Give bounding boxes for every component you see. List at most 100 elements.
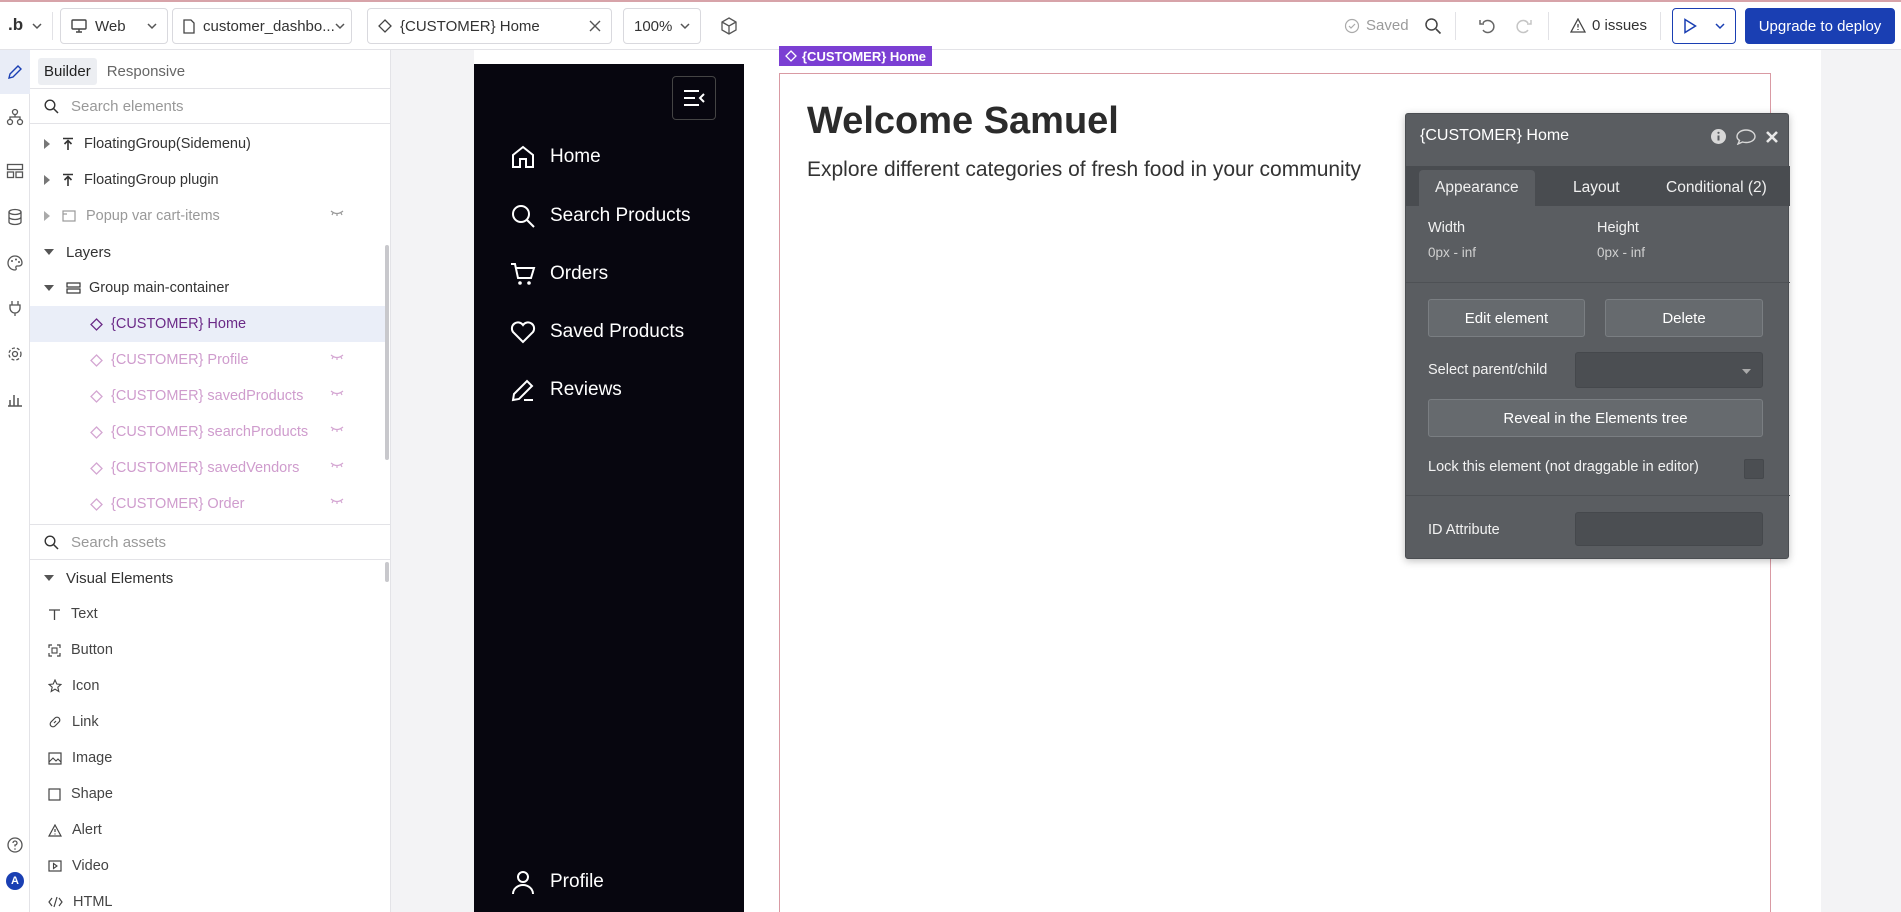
search-elements-row[interactable]: Search elements <box>30 88 390 124</box>
warning-icon <box>48 823 72 837</box>
assets-scrollbar[interactable] <box>385 562 389 582</box>
asset-shape[interactable]: Shape <box>48 776 113 812</box>
preview-button[interactable] <box>1672 8 1736 44</box>
plugin-icon[interactable] <box>6 299 24 317</box>
tree-section-layers[interactable]: Layers <box>30 234 386 270</box>
help-icon[interactable] <box>6 836 24 854</box>
reveal-in-tree-button[interactable]: Reveal in the Elements tree <box>1428 399 1763 437</box>
styles-layout-icon[interactable] <box>6 162 24 180</box>
diamond-icon <box>90 497 103 511</box>
asset-button[interactable]: Button <box>48 632 113 668</box>
zoom-select[interactable]: 100% <box>623 8 701 44</box>
tab-layout[interactable]: Layout <box>1573 170 1620 206</box>
sidemenu[interactable]: Home Search Products Orders Saved Produc… <box>474 64 744 912</box>
info-icon[interactable] <box>1710 128 1727 145</box>
search-icon[interactable] <box>1424 17 1442 35</box>
edit-element-button[interactable]: Edit element <box>1428 299 1585 337</box>
tree-item-customer-savedproducts[interactable]: {CUSTOMER} savedProducts <box>30 378 386 414</box>
element-select[interactable]: {CUSTOMER} Home <box>367 8 612 44</box>
asset-image[interactable]: Image <box>48 740 112 776</box>
tab-appearance[interactable]: Appearance <box>1419 170 1535 206</box>
welcome-subtitle[interactable]: Explore different categories of fresh fo… <box>807 158 1361 182</box>
caret-right-icon[interactable] <box>44 139 50 149</box>
sidemenu-item-home[interactable]: Home <box>510 144 601 170</box>
upgrade-to-deploy-button[interactable]: Upgrade to deploy <box>1745 8 1895 44</box>
sidemenu-label: Orders <box>550 263 609 284</box>
database-icon[interactable] <box>6 208 24 226</box>
search-icon <box>44 98 71 114</box>
platform-select[interactable]: Web <box>60 8 168 44</box>
heart-icon <box>510 319 550 345</box>
delete-button[interactable]: Delete <box>1605 299 1763 337</box>
floating-group-icon <box>62 137 74 151</box>
hidden-eye-icon[interactable] <box>330 497 344 505</box>
height-value[interactable]: 0px - inf <box>1597 245 1645 260</box>
asset-icon[interactable]: Icon <box>48 668 99 704</box>
property-editor-title[interactable]: {CUSTOMER} Home <box>1420 127 1569 145</box>
page-select[interactable]: customer_dashbo... <box>172 8 352 44</box>
asset-text[interactable]: Text <box>48 596 98 632</box>
tree-item-customer-home[interactable]: {CUSTOMER} Home <box>30 306 386 342</box>
tab-conditional[interactable]: Conditional (2) <box>1666 170 1767 206</box>
property-editor[interactable]: {CUSTOMER} Home Appearance Layout Condit… <box>1405 113 1790 559</box>
tree-item-customer-order[interactable]: {CUSTOMER} Order <box>30 486 386 522</box>
hidden-eye-icon[interactable] <box>330 461 344 469</box>
caret-right-icon[interactable] <box>44 211 50 221</box>
hidden-eye-icon[interactable] <box>330 353 344 361</box>
id-attribute-input[interactable] <box>1575 512 1763 546</box>
sidemenu-item-reviews[interactable]: Reviews <box>510 377 622 403</box>
design-pencil-icon[interactable] <box>6 63 24 81</box>
selected-element-tag[interactable]: {CUSTOMER} Home <box>779 46 933 66</box>
tree-item-floatinggroup-plugin[interactable]: FloatingGroup plugin <box>30 162 386 198</box>
search-assets-row[interactable]: Search assets <box>30 524 390 560</box>
tree-item-customer-savedvendors[interactable]: {CUSTOMER} savedVendors <box>30 450 386 486</box>
asset-link[interactable]: Link <box>48 704 99 740</box>
tree-item-group-main-container[interactable]: Group main-container <box>30 270 386 306</box>
redo-icon[interactable] <box>1514 17 1532 35</box>
tree-item-customer-searchproducts[interactable]: {CUSTOMER} searchProducts <box>30 414 386 450</box>
menu-collapse-icon[interactable] <box>672 76 716 120</box>
logo-chevron-down-icon[interactable] <box>32 23 42 30</box>
select-parent-dropdown[interactable] <box>1575 352 1763 388</box>
comment-icon[interactable] <box>1736 129 1756 145</box>
sidemenu-item-search-products[interactable]: Search Products <box>510 203 690 229</box>
tab-responsive[interactable]: Responsive <box>101 58 191 85</box>
close-icon[interactable] <box>1765 130 1779 144</box>
workflow-icon[interactable] <box>6 108 24 126</box>
selected-element-name: {CUSTOMER} Home <box>802 48 927 64</box>
width-value[interactable]: 0px - inf <box>1428 245 1476 260</box>
chevron-down-icon <box>335 22 345 30</box>
lock-element-checkbox[interactable] <box>1744 459 1764 479</box>
cube-icon[interactable] <box>720 17 738 35</box>
user-avatar[interactable]: A <box>6 872 24 890</box>
close-icon[interactable] <box>589 20 601 32</box>
caret-down-icon[interactable] <box>44 285 54 291</box>
sidemenu-item-orders[interactable]: Orders <box>510 261 608 287</box>
gear-icon[interactable] <box>6 345 24 363</box>
analytics-icon[interactable] <box>6 390 24 408</box>
caret-down-icon[interactable] <box>44 249 54 255</box>
asset-video[interactable]: Video <box>48 848 109 884</box>
tab-builder[interactable]: Builder <box>38 58 97 85</box>
diamond-icon <box>90 425 103 439</box>
hidden-eye-icon[interactable] <box>330 389 344 397</box>
hidden-eye-icon[interactable] <box>330 209 344 217</box>
tree-scrollbar[interactable] <box>385 245 389 460</box>
caret-right-icon[interactable] <box>44 175 50 185</box>
issues-indicator[interactable]: 0 issues <box>1570 17 1647 34</box>
sidemenu-item-profile[interactable]: Profile <box>510 869 604 895</box>
asset-alert[interactable]: Alert <box>48 812 102 848</box>
app-logo[interactable]: .b <box>8 15 23 35</box>
hidden-eye-icon[interactable] <box>330 425 344 433</box>
asset-html[interactable]: HTML <box>48 884 112 912</box>
undo-icon[interactable] <box>1479 17 1497 35</box>
palette-icon[interactable] <box>6 254 24 272</box>
caret-down-icon[interactable] <box>44 575 54 581</box>
welcome-heading[interactable]: Welcome Samuel <box>807 100 1119 143</box>
sidemenu-item-saved-products[interactable]: Saved Products <box>510 319 684 345</box>
tree-item-customer-profile[interactable]: {CUSTOMER} Profile <box>30 342 386 378</box>
assets-section-visual-elements[interactable]: Visual Elements <box>30 560 386 596</box>
tree-item-floatinggroup-sidemenu[interactable]: FloatingGroup(Sidemenu) <box>30 126 386 162</box>
tree-item-popup-cart-items[interactable]: Popup var cart-items <box>30 198 386 234</box>
sidemenu-label: Search Products <box>550 205 691 226</box>
